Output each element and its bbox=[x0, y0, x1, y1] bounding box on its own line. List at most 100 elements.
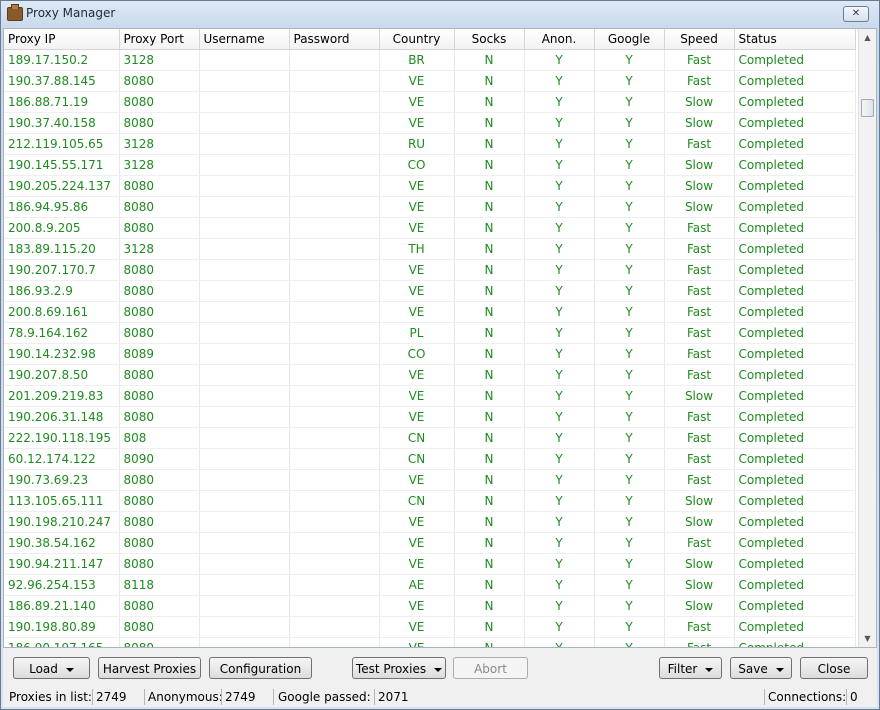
column-header-speed[interactable]: Speed bbox=[664, 29, 735, 50]
cell-status: Completed bbox=[734, 301, 856, 323]
table-row[interactable]: 190.37.88.145 8080 VE N Y Y Fast Completed bbox=[4, 70, 856, 92]
table-row[interactable]: 190.73.69.23 8080 VE N Y Y Fast Completed bbox=[4, 469, 856, 491]
cell-status: Completed bbox=[734, 175, 856, 197]
table-row[interactable]: 113.105.65.111 8080 CN N Y Y Slow Completed bbox=[4, 490, 856, 512]
cell-google: Y bbox=[594, 175, 665, 197]
cell-anon: Y bbox=[524, 532, 595, 554]
cell-password bbox=[289, 196, 380, 218]
chevron-down-icon bbox=[434, 667, 443, 672]
cell-proxy-ip: 190.207.170.7 bbox=[4, 259, 120, 281]
cell-username bbox=[199, 70, 290, 92]
cell-google: Y bbox=[594, 427, 665, 449]
cell-speed: Slow bbox=[664, 385, 735, 407]
table-row[interactable]: 200.8.69.161 8080 VE N Y Y Fast Completed bbox=[4, 301, 856, 323]
table-row[interactable]: 190.205.224.137 8080 VE N Y Y Slow Completed bbox=[4, 175, 856, 197]
cell-status: Completed bbox=[734, 259, 856, 281]
harvest-proxies-button[interactable]: Harvest Proxies bbox=[98, 657, 201, 679]
column-header-country[interactable]: Country bbox=[379, 29, 455, 50]
cell-anon: Y bbox=[524, 154, 595, 176]
table-row[interactable]: 190.38.54.162 8080 VE N Y Y Fast Completed bbox=[4, 532, 856, 554]
cell-google: Y bbox=[594, 574, 665, 596]
table-row[interactable]: 190.14.232.98 8089 CO N Y Y Fast Completed bbox=[4, 343, 856, 365]
column-header-google[interactable]: Google bbox=[594, 29, 665, 50]
table-row[interactable]: 186.90.197.165 8080 VE N Y Y Fast Completed bbox=[4, 637, 856, 647]
vertical-scrollbar[interactable]: ▲ ▼ bbox=[858, 29, 876, 647]
table-row[interactable]: 212.119.105.65 3128 RU N Y Y Fast Completed bbox=[4, 133, 856, 155]
table-row[interactable]: 190.145.55.171 3128 CO N Y Y Slow Completed bbox=[4, 154, 856, 176]
table-row[interactable]: 183.89.115.20 3128 TH N Y Y Fast Completed bbox=[4, 238, 856, 260]
cell-country: VE bbox=[379, 364, 455, 386]
cell-proxy-port: 8080 bbox=[119, 91, 200, 113]
table-row[interactable]: 186.89.21.140 8080 VE N Y Y Slow Completed bbox=[4, 595, 856, 617]
cell-username bbox=[199, 427, 290, 449]
cell-speed: Fast bbox=[664, 322, 735, 344]
column-header-proxy-ip[interactable]: Proxy IP bbox=[4, 29, 120, 50]
cell-proxy-port: 3128 bbox=[119, 238, 200, 260]
cell-country: CN bbox=[379, 448, 455, 470]
cell-anon: Y bbox=[524, 385, 595, 407]
table-row[interactable]: 190.206.31.148 8080 VE N Y Y Fast Completed bbox=[4, 406, 856, 428]
filter-button[interactable]: Filter bbox=[659, 657, 722, 679]
table-row[interactable]: 186.93.2.9 8080 VE N Y Y Fast Completed bbox=[4, 280, 856, 302]
cell-proxy-ip: 60.12.174.122 bbox=[4, 448, 120, 470]
scrollbar-thumb[interactable] bbox=[861, 99, 874, 117]
table-row[interactable]: 190.207.170.7 8080 VE N Y Y Fast Completed bbox=[4, 259, 856, 281]
table-row[interactable]: 92.96.254.153 8118 AE N Y Y Slow Completed bbox=[4, 574, 856, 596]
column-header-password[interactable]: Password bbox=[289, 29, 380, 50]
cell-status: Completed bbox=[734, 49, 856, 71]
column-header-anon[interactable]: Anon. bbox=[524, 29, 595, 50]
cell-country: VE bbox=[379, 259, 455, 281]
cell-anon: Y bbox=[524, 553, 595, 575]
save-button[interactable]: Save bbox=[730, 657, 792, 679]
table-row[interactable]: 186.88.71.19 8080 VE N Y Y Slow Completed bbox=[4, 91, 856, 113]
cell-status: Completed bbox=[734, 112, 856, 134]
cell-username bbox=[199, 553, 290, 575]
cell-speed: Fast bbox=[664, 616, 735, 638]
table-row[interactable]: 60.12.174.122 8090 CN N Y Y Fast Completed bbox=[4, 448, 856, 470]
column-header-status[interactable]: Status bbox=[734, 29, 856, 50]
cell-google: Y bbox=[594, 322, 665, 344]
table-row[interactable]: 190.198.80.89 8080 VE N Y Y Fast Completed bbox=[4, 616, 856, 638]
table-row[interactable]: 189.17.150.2 3128 BR N Y Y Fast Completed bbox=[4, 49, 856, 71]
table-row[interactable]: 190.207.8.50 8080 VE N Y Y Fast Completed bbox=[4, 364, 856, 386]
cell-country: VE bbox=[379, 301, 455, 323]
cell-proxy-ip: 200.8.9.205 bbox=[4, 217, 120, 239]
cell-socks: N bbox=[454, 532, 525, 554]
cell-proxy-ip: 190.38.54.162 bbox=[4, 532, 120, 554]
cell-socks: N bbox=[454, 112, 525, 134]
cell-google: Y bbox=[594, 553, 665, 575]
table-row[interactable]: 190.37.40.158 8080 VE N Y Y Slow Completed bbox=[4, 112, 856, 134]
cell-username bbox=[199, 301, 290, 323]
table-row[interactable]: 201.209.219.83 8080 VE N Y Y Slow Completed bbox=[4, 385, 856, 407]
column-header-username[interactable]: Username bbox=[199, 29, 290, 50]
cell-username bbox=[199, 91, 290, 113]
column-header-proxy-port[interactable]: Proxy Port bbox=[119, 29, 200, 50]
cell-speed: Fast bbox=[664, 280, 735, 302]
cell-password bbox=[289, 469, 380, 491]
abort-button[interactable]: Abort bbox=[453, 657, 528, 679]
cell-socks: N bbox=[454, 637, 525, 647]
test-proxies-button[interactable]: Test Proxies bbox=[352, 657, 446, 679]
configuration-button[interactable]: Configuration bbox=[209, 657, 312, 679]
cell-speed: Fast bbox=[664, 259, 735, 281]
cell-status: Completed bbox=[734, 385, 856, 407]
cell-proxy-ip: 92.96.254.153 bbox=[4, 574, 120, 596]
table-row[interactable]: 200.8.9.205 8080 VE N Y Y Fast Completed bbox=[4, 217, 856, 239]
window-close-button[interactable]: ✕ bbox=[843, 6, 869, 22]
table-row[interactable]: 186.94.95.86 8080 VE N Y Y Slow Completed bbox=[4, 196, 856, 218]
load-button[interactable]: Load bbox=[13, 657, 90, 679]
cell-anon: Y bbox=[524, 217, 595, 239]
table-row[interactable]: 190.198.210.247 8080 VE N Y Y Slow Completed bbox=[4, 511, 856, 533]
column-header-socks[interactable]: Socks bbox=[454, 29, 525, 50]
cell-socks: N bbox=[454, 322, 525, 344]
cell-password bbox=[289, 385, 380, 407]
table-row[interactable]: 222.190.118.195 808 CN N Y Y Fast Completed bbox=[4, 427, 856, 449]
cell-socks: N bbox=[454, 133, 525, 155]
cell-country: VE bbox=[379, 112, 455, 134]
scroll-down-icon[interactable]: ▼ bbox=[859, 630, 876, 647]
scroll-up-icon[interactable]: ▲ bbox=[859, 29, 876, 46]
filter-button-label: Filter bbox=[667, 662, 698, 676]
table-row[interactable]: 190.94.211.147 8080 VE N Y Y Slow Completed bbox=[4, 553, 856, 575]
close-button[interactable]: Close bbox=[800, 657, 868, 679]
table-row[interactable]: 78.9.164.162 8080 PL N Y Y Fast Completed bbox=[4, 322, 856, 344]
